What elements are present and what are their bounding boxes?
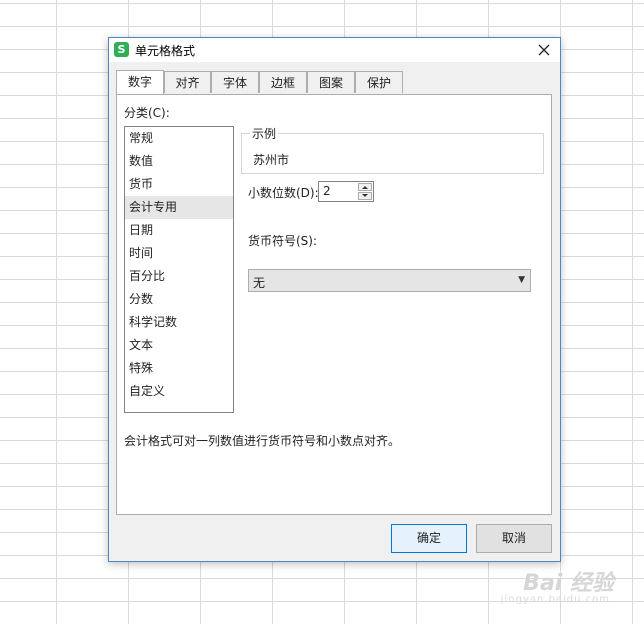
currency-symbol-select[interactable]: 无 ▼ — [248, 269, 531, 292]
tab-border[interactable]: 边框 — [259, 71, 307, 93]
dialog-title: 单元格格式 — [135, 44, 196, 58]
title-bar: S 单元格格式 — [109, 38, 560, 62]
category-general[interactable]: 常规 — [125, 127, 233, 150]
format-cells-dialog: S 单元格格式 数字 对齐 字体 边框 图案 保护 分类(C): 常规 数值 货… — [108, 37, 561, 562]
category-date[interactable]: 日期 — [125, 219, 233, 242]
tab-number[interactable]: 数字 — [116, 70, 164, 94]
ok-button[interactable]: 确定 — [391, 524, 467, 553]
wps-app-icon: S — [114, 42, 129, 57]
category-percentage[interactable]: 百分比 — [125, 265, 233, 288]
category-list[interactable]: 常规 数值 货币 会计专用 日期 时间 百分比 分数 科学记数 文本 特殊 自定… — [124, 126, 234, 413]
category-custom[interactable]: 自定义 — [125, 380, 233, 403]
spin-down-button[interactable] — [358, 192, 372, 200]
category-accounting[interactable]: 会计专用 — [125, 196, 233, 219]
number-tab-panel: 分类(C): 常规 数值 货币 会计专用 日期 时间 百分比 分数 科学记数 文… — [116, 94, 552, 515]
category-text[interactable]: 文本 — [125, 334, 233, 357]
sample-value: 苏州市 — [253, 153, 290, 167]
sample-group: 示例 苏州市 — [241, 125, 544, 174]
sample-legend: 示例 — [250, 125, 279, 142]
baidu-watermark-url: jingyan.baidu.com — [500, 594, 610, 605]
decimal-places-label: 小数位数(D): — [248, 186, 319, 200]
currency-symbol-label: 货币符号(S): — [248, 234, 318, 248]
tab-pattern[interactable]: 图案 — [307, 71, 355, 93]
cancel-button[interactable]: 取消 — [476, 524, 552, 553]
category-scientific[interactable]: 科学记数 — [125, 311, 233, 334]
tab-alignment[interactable]: 对齐 — [164, 71, 211, 93]
category-label: 分类(C): — [124, 106, 170, 120]
category-fraction[interactable]: 分数 — [125, 288, 233, 311]
tab-protection[interactable]: 保护 — [355, 71, 403, 93]
category-number[interactable]: 数值 — [125, 150, 233, 173]
decimal-places-spinner[interactable]: 2 — [318, 181, 374, 202]
format-description: 会计格式可对一列数值进行货币符号和小数点对齐。 — [124, 434, 401, 448]
spinner-buttons — [358, 183, 372, 200]
tab-font[interactable]: 字体 — [211, 71, 259, 93]
category-currency[interactable]: 货币 — [125, 173, 233, 196]
decimal-places-value[interactable]: 2 — [323, 184, 331, 198]
category-special[interactable]: 特殊 — [125, 357, 233, 380]
baidu-watermark-logo: Bai 经验 — [523, 571, 614, 596]
spin-up-button[interactable] — [358, 183, 372, 191]
close-icon[interactable] — [534, 40, 554, 60]
dropdown-arrow-icon: ▼ — [518, 275, 525, 285]
currency-symbol-value: 无 — [253, 276, 266, 290]
category-time[interactable]: 时间 — [125, 242, 233, 265]
